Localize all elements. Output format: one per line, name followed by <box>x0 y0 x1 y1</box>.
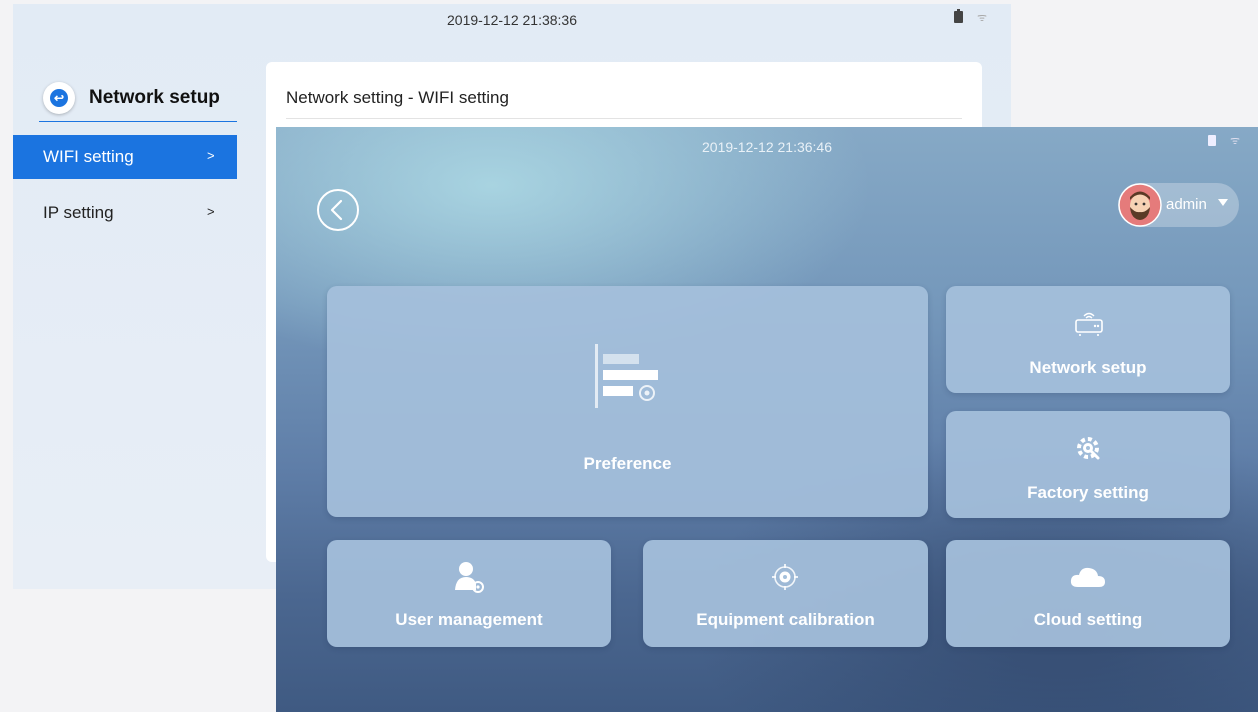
back-arrow-icon: ↩ <box>50 89 68 107</box>
tile-label: Network setup <box>1029 358 1147 377</box>
status-bar: 2019-12-12 21:38:36 ᯤ <box>13 4 1011 34</box>
wifi-icon: ᯤ <box>1230 135 1241 147</box>
back-button[interactable] <box>316 188 360 232</box>
caret-down-icon <box>1218 199 1228 206</box>
sidebar-item-label: IP setting <box>43 203 114 222</box>
panel-title: Network setting - WIFI setting <box>286 88 509 107</box>
equipment-calibration-tile[interactable]: Equipment calibration <box>643 540 928 647</box>
factory-setting-tile[interactable]: Factory setting <box>946 411 1230 518</box>
tile-label: Cloud setting <box>1033 610 1143 629</box>
sidebar-item-label: WIFI setting <box>43 147 134 166</box>
main-menu-window: 2019-12-12 21:36:46 ᯤ admin Preference N… <box>276 127 1258 712</box>
page-title: Network setup <box>89 87 220 108</box>
cloud-setting-tile[interactable]: Cloud setting <box>946 540 1230 647</box>
sidebar-item-ip-setting[interactable]: IP setting > <box>13 191 237 235</box>
tile-label: Equipment calibration <box>696 610 875 629</box>
chevron-left-icon <box>317 189 359 231</box>
status-time: 2019-12-12 21:38:36 <box>447 12 577 28</box>
preference-icon <box>595 344 658 408</box>
username: admin <box>1166 196 1207 213</box>
tile-label: Factory setting <box>1027 483 1149 502</box>
target-icon <box>772 564 798 590</box>
gear-wrench-icon <box>1077 437 1100 460</box>
avatar <box>1118 183 1162 227</box>
user-management-tile[interactable]: User management <box>327 540 611 647</box>
status-time: 2019-12-12 21:36:46 <box>702 139 832 155</box>
tile-label: User management <box>395 610 543 629</box>
battery-icon <box>954 9 963 23</box>
router-icon <box>1075 312 1103 336</box>
wifi-icon: ᯤ <box>977 12 988 24</box>
chevron-right-icon: > <box>207 148 215 163</box>
user-menu[interactable]: admin <box>1118 183 1239 227</box>
chevron-right-icon: > <box>207 204 215 219</box>
preference-tile[interactable]: Preference <box>327 286 928 517</box>
tile-label: Preference <box>583 454 672 473</box>
title-divider <box>39 121 237 122</box>
sidebar-item-wifi-setting[interactable]: WIFI setting > <box>13 135 237 179</box>
panel-divider <box>286 118 962 119</box>
network-setup-tile[interactable]: Network setup <box>946 286 1230 393</box>
battery-icon <box>1208 135 1216 146</box>
back-button[interactable]: ↩ <box>43 82 75 114</box>
cloud-icon <box>1070 567 1105 587</box>
user-settings-icon <box>455 562 484 593</box>
